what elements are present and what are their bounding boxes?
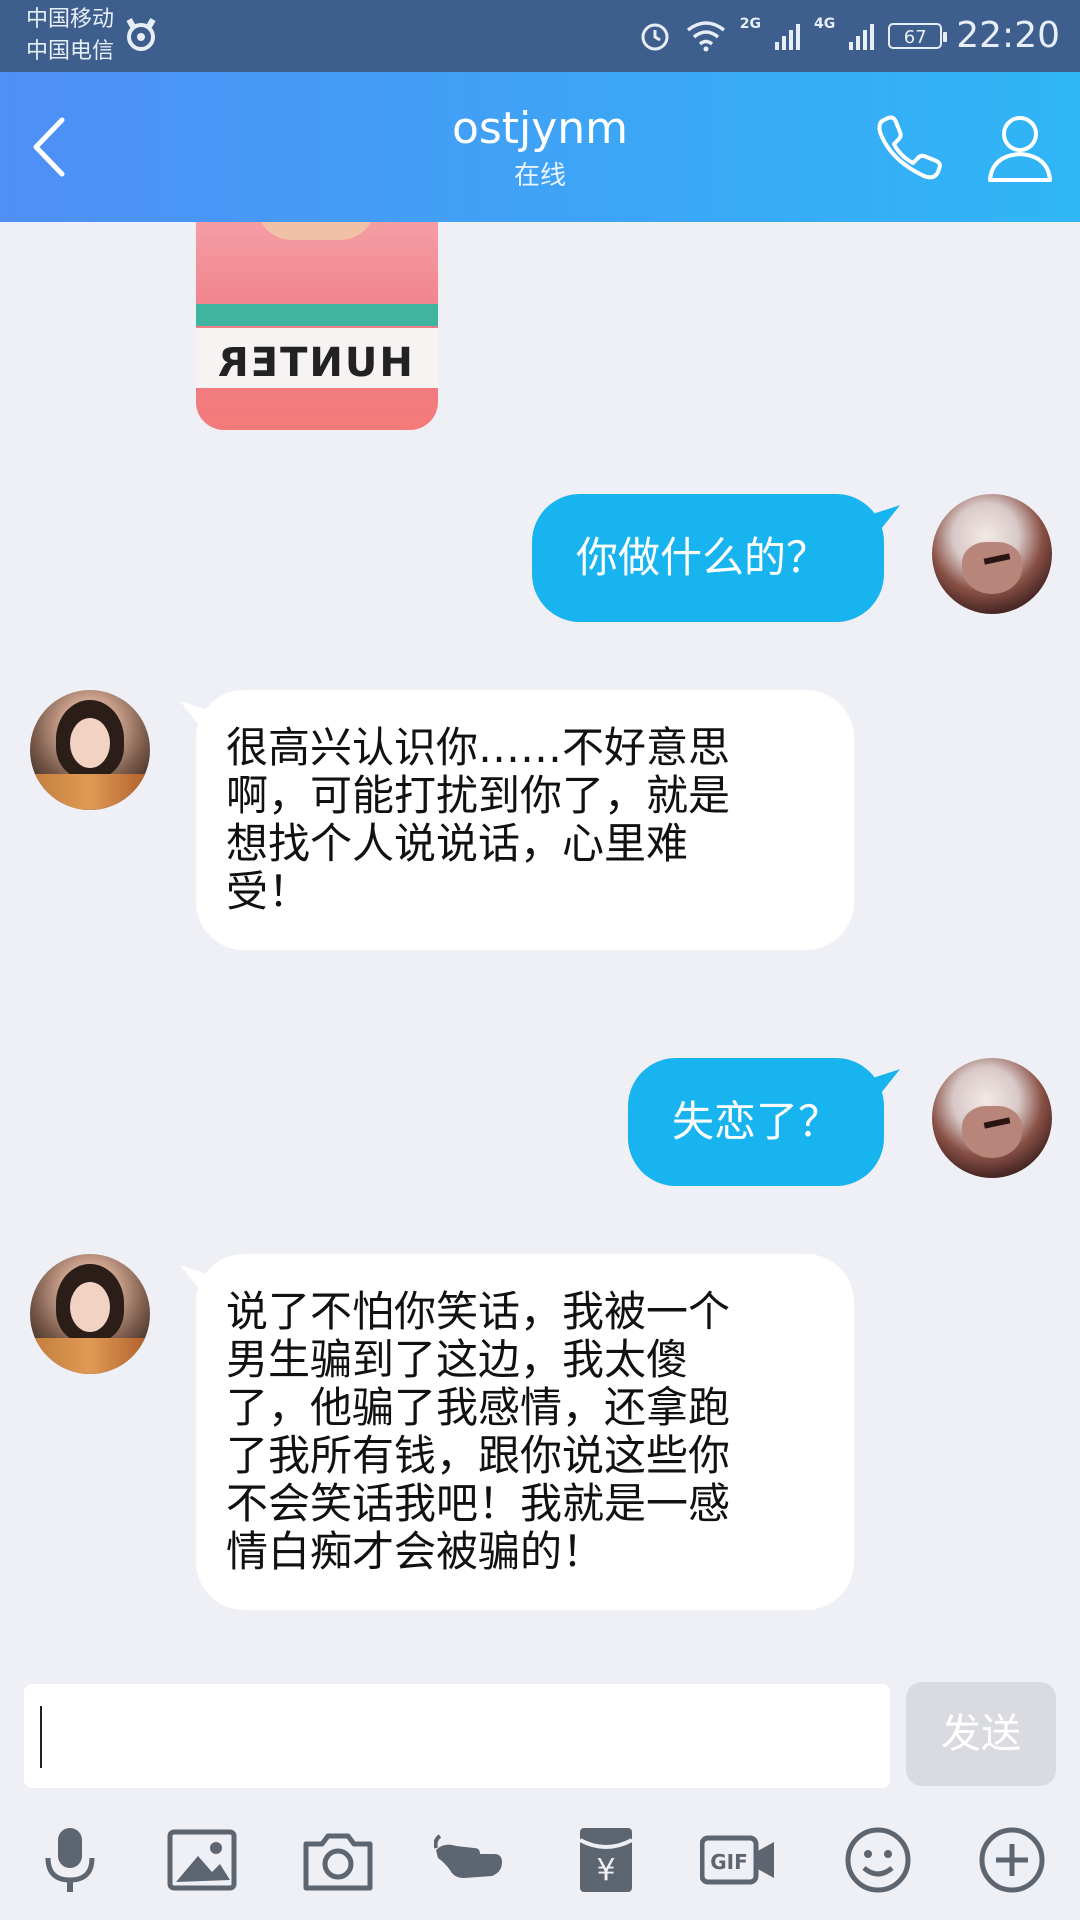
message-line: 受！	[226, 867, 311, 916]
input-toolbar: ¥ GIF	[0, 1800, 1080, 1920]
signal-strength-icon-2	[849, 22, 875, 50]
status-bar: 中国移动 中国电信 2G 4G 67 22:20	[0, 0, 1080, 72]
red-packet-icon[interactable]: ¥	[568, 1822, 644, 1898]
signal-strength-icon-1	[775, 22, 801, 50]
my-avatar[interactable]	[932, 494, 1052, 614]
message-line: 了，他骗了我感情，还拿跑	[226, 1383, 731, 1432]
network-type-1: 2G	[739, 16, 762, 32]
image-icon[interactable]	[164, 1822, 240, 1898]
yuan-symbol: ¥	[596, 1853, 615, 1888]
photo-message[interactable]: HUNTER	[196, 222, 438, 430]
battery-indicator: 67	[888, 23, 948, 49]
alarm-status-icon	[126, 18, 156, 51]
my-avatar[interactable]	[932, 1058, 1052, 1178]
contact-avatar[interactable]	[30, 1254, 150, 1374]
message-line: 情白痴才会被骗的！	[226, 1527, 605, 1576]
message-line: 想找个人说说话，心里难	[226, 819, 689, 868]
gif-label: GIF	[710, 1850, 748, 1874]
camera-icon[interactable]	[300, 1822, 376, 1898]
contact-avatar[interactable]	[30, 690, 150, 810]
contact-profile-icon[interactable]	[980, 108, 1060, 188]
emoji-icon[interactable]	[840, 1822, 916, 1898]
gif-icon[interactable]: GIF	[699, 1822, 776, 1898]
message-input[interactable]	[24, 1684, 890, 1788]
carrier-label-1: 中国移动	[26, 7, 115, 32]
message-line: 说了不怕你笑话，我被一个	[226, 1287, 731, 1336]
message-line: 男生骗到了这边，我太傻	[226, 1335, 689, 1384]
message-line: 了我所有钱，跟你说这些你	[226, 1431, 731, 1480]
text-cursor	[40, 1706, 42, 1768]
message-composer: 发送	[0, 1680, 1080, 1800]
message-line: 很高兴认识你……不好意思	[226, 723, 731, 772]
incoming-message-bubble[interactable]: 很高兴认识你……不好意思 啊，可能打扰到你了，就是 想找个人说说话，心里难 受！	[196, 690, 854, 950]
shirt-print-text: HUNTER	[216, 340, 413, 386]
message-line: 不会笑话我吧！我就是一感	[226, 1479, 731, 1528]
wifi-icon	[686, 21, 725, 52]
outgoing-message-bubble[interactable]: 你做什么的？	[532, 494, 884, 622]
microphone-icon[interactable]	[32, 1822, 108, 1898]
phone-call-icon[interactable]	[870, 108, 950, 188]
message-list[interactable]: HUNTER 你做什么的？ 很高兴认识你……不好意思 啊，可能打扰到你了，就是 …	[0, 222, 1080, 1680]
message-line: 啊，可能打扰到你了，就是	[226, 771, 731, 820]
send-button[interactable]: 发送	[906, 1682, 1056, 1786]
status-time: 22:20	[956, 15, 1060, 56]
carrier-label-2: 中国电信	[26, 39, 115, 64]
chat-header: ostjynm 在线	[0, 72, 1080, 222]
outgoing-message-bubble[interactable]: 失恋了？	[628, 1058, 884, 1186]
poke-icon[interactable]	[433, 1822, 510, 1898]
plus-icon[interactable]	[974, 1822, 1050, 1898]
network-type-2: 4G	[814, 16, 836, 32]
incoming-message-bubble[interactable]: 说了不怕你笑话，我被一个 男生骗到了这边，我太傻 了，他骗了我感情，还拿跑 了我…	[196, 1254, 854, 1610]
alarm-clock-icon	[641, 23, 669, 51]
